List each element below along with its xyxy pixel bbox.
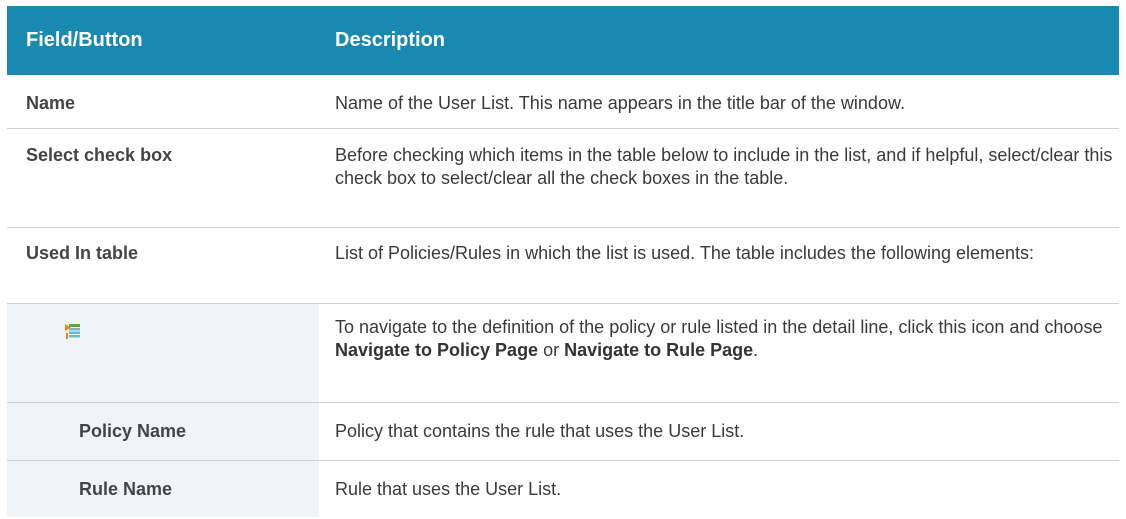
header-field-button: Field/Button	[26, 29, 143, 51]
description: Before checking which items in the table…	[335, 145, 1113, 188]
description: Rule that uses the User List.	[335, 479, 562, 499]
field-name: Select check box	[26, 145, 173, 165]
field-name: Rule Name	[7, 461, 319, 517]
description: Name of the User List. This name appears…	[335, 93, 905, 113]
table-header: Field/Button Description	[7, 6, 1119, 75]
description-text: .	[753, 340, 759, 360]
field-name: Name	[26, 93, 76, 113]
field-name: Policy Name	[7, 403, 319, 460]
navigate-menu-icon[interactable]	[65, 323, 81, 346]
description-text: or	[538, 340, 565, 360]
header-description: Description	[335, 29, 446, 51]
description: To navigate to the definition of the pol…	[319, 304, 1119, 402]
navigate-to-rule-page-label: Navigate to Rule Page	[564, 340, 754, 360]
table-row: Select check box Before checking which i…	[7, 129, 1119, 228]
description: Policy that contains the rule that uses …	[335, 421, 745, 441]
description: List of Policies/Rules in which the list…	[335, 243, 1035, 263]
field-name: Used In table	[26, 243, 139, 263]
table-row: To navigate to the definition of the pol…	[7, 304, 1119, 403]
table-row: Rule Name Rule that uses the User List.	[7, 461, 1119, 517]
table-row: Name Name of the User List. This name ap…	[7, 75, 1119, 129]
table-row: Policy Name Policy that contains the rul…	[7, 403, 1119, 461]
icon-cell	[7, 304, 319, 402]
table-row: Used In table List of Policies/Rules in …	[7, 228, 1119, 304]
navigate-to-policy-page-label: Navigate to Policy Page	[335, 340, 539, 360]
field-description-table: Field/Button Description Name Name of th…	[7, 6, 1119, 517]
description-text: To navigate to the definition of the pol…	[335, 317, 1103, 337]
